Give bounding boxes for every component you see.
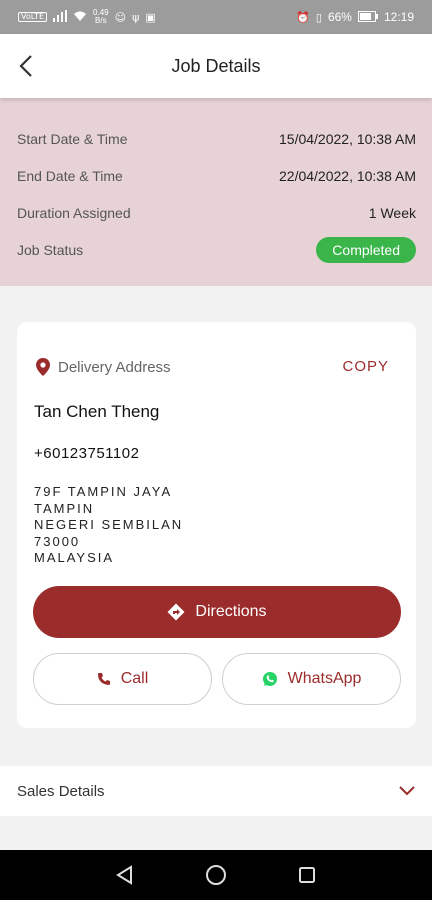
- notification-icon: ☺: [114, 10, 127, 24]
- sales-details-section[interactable]: Sales Details: [0, 766, 432, 816]
- duration-label: Duration Assigned: [17, 204, 131, 221]
- address-line: NEGERI SEMBILAN: [34, 517, 184, 532]
- network-speed: 0.49 B/s: [93, 9, 109, 25]
- back-button[interactable]: [10, 50, 42, 82]
- directions-icon: [167, 603, 185, 621]
- delivery-card: Delivery Address COPY Tan Chen Theng +60…: [17, 322, 416, 728]
- address-line: MALAYSIA: [34, 550, 115, 565]
- chevron-down-icon: [399, 786, 415, 796]
- sales-details-label: Sales Details: [17, 782, 105, 800]
- circle-home-icon: [205, 865, 226, 885]
- vibrate-icon: ▯: [315, 10, 322, 24]
- whatsapp-label: WhatsApp: [287, 670, 362, 687]
- end-date-value: 22/04/2022, 10:38 AM: [279, 167, 416, 184]
- copy-button[interactable]: COPY: [342, 358, 389, 375]
- end-date-label: End Date & Time: [17, 167, 123, 184]
- app-bar: Job Details: [0, 34, 432, 98]
- wifi-icon: [73, 10, 87, 24]
- call-label: Call: [120, 670, 149, 687]
- alarm-icon: ⏰: [296, 10, 310, 24]
- nav-back-button[interactable]: [110, 860, 140, 890]
- summary-row-status: Job Status Completed: [0, 231, 432, 268]
- address-line: TAMPIN: [34, 500, 95, 516]
- square-recents-icon: [298, 867, 315, 883]
- phone-icon: [97, 673, 110, 685]
- delivery-address-heading: Delivery Address: [36, 358, 171, 376]
- address-block: 79F TAMPIN JAYA TAMPIN NEGERI SEMBILAN 7…: [34, 484, 183, 567]
- battery-icon: [357, 10, 378, 24]
- signal-icon: [53, 10, 68, 24]
- status-bar-right: ⏰ ▯ 66% 12:19: [296, 10, 414, 24]
- summary-row-end: End Date & Time 22/04/2022, 10:38 AM: [0, 157, 432, 194]
- photo-icon: ▣: [145, 10, 156, 24]
- triangle-back-icon: [116, 865, 133, 885]
- network-speed-unit: B/s: [95, 16, 107, 25]
- whatsapp-button[interactable]: WhatsApp: [222, 653, 401, 705]
- summary-row-start: Start Date & Time 15/04/2022, 10:38 AM: [0, 120, 432, 157]
- address-line: 79F TAMPIN JAYA: [34, 484, 173, 499]
- system-nav-bar: [0, 850, 432, 900]
- page-title: Job Details: [171, 55, 261, 76]
- recipient-phone: +60123751102: [34, 445, 140, 462]
- start-date-label: Start Date & Time: [17, 130, 128, 147]
- delivery-address-label: Delivery Address: [58, 358, 171, 376]
- job-status-label: Job Status: [17, 241, 84, 258]
- summary-row-duration: Duration Assigned 1 Week: [0, 194, 432, 231]
- directions-label: Directions: [195, 603, 267, 620]
- usb-icon: ψ: [132, 10, 140, 24]
- location-pin-icon: [36, 358, 50, 376]
- directions-button[interactable]: Directions: [33, 586, 401, 638]
- battery-percent: 66%: [327, 10, 352, 24]
- clock: 12:19: [383, 10, 414, 24]
- whatsapp-icon: [262, 672, 277, 686]
- address-line: 73000: [34, 533, 81, 549]
- start-date-value: 15/04/2022, 10:38 AM: [279, 130, 416, 147]
- volte-icon: VoLTE: [18, 12, 48, 22]
- call-button[interactable]: Call: [33, 653, 212, 705]
- recipient-name: Tan Chen Theng: [34, 402, 160, 421]
- nav-recents-button[interactable]: [292, 860, 322, 890]
- status-bar: VoLTE 0.49 B/s ☺ ψ ▣ ⏰ ▯ 66% 12:19: [0, 0, 432, 34]
- duration-value: 1 Week: [368, 204, 416, 221]
- nav-home-button[interactable]: [201, 860, 231, 890]
- status-badge: Completed: [316, 236, 416, 263]
- status-bar-left: VoLTE 0.49 B/s ☺ ψ ▣: [18, 9, 156, 25]
- chevron-left-icon: [19, 55, 32, 77]
- job-summary: Start Date & Time 15/04/2022, 10:38 AM E…: [0, 98, 432, 286]
